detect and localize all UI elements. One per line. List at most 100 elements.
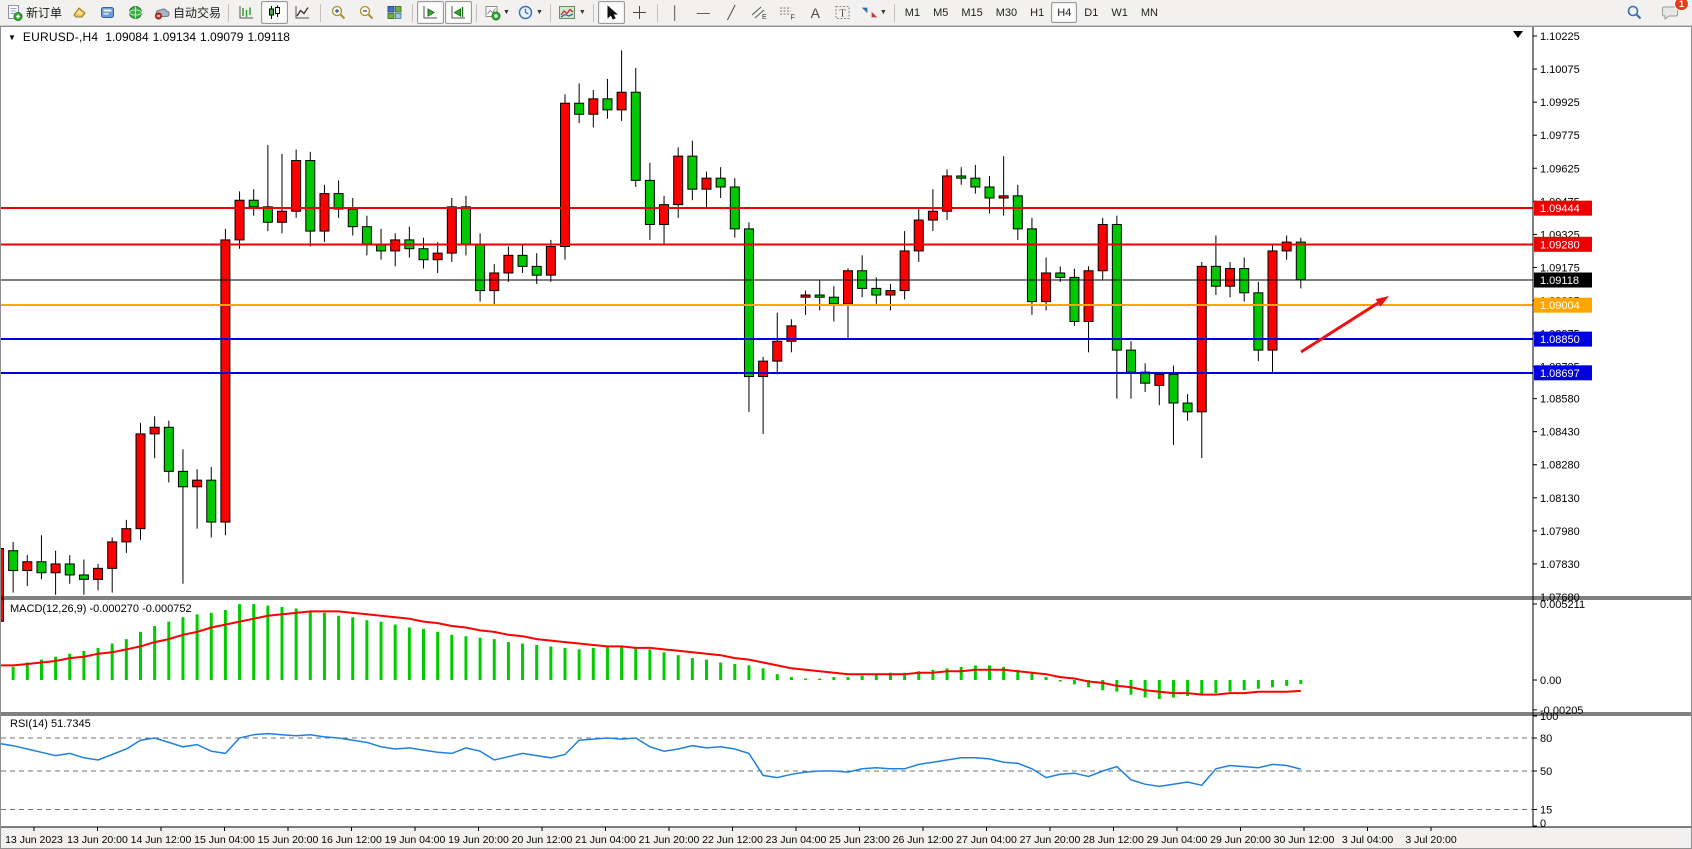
- candlestick-chart-button[interactable]: [261, 1, 288, 24]
- candle: [943, 176, 952, 211]
- search-button[interactable]: [1621, 1, 1648, 24]
- fibonacci-tool-button[interactable]: F: [774, 1, 801, 24]
- tab-timeframe-h4[interactable]: H4: [1051, 2, 1077, 23]
- svg-text:E: E: [762, 14, 767, 21]
- auto-scroll-button[interactable]: [417, 1, 444, 24]
- text-label-tool-button[interactable]: T: [830, 1, 857, 24]
- candle: [221, 240, 230, 522]
- quote-low: 1.09079: [200, 30, 243, 44]
- svg-text:23 Jun 04:00: 23 Jun 04:00: [766, 834, 827, 846]
- tab-timeframe-m30[interactable]: M30: [990, 2, 1023, 23]
- tile-windows-icon: [386, 4, 403, 21]
- candle: [391, 240, 400, 251]
- candle: [688, 156, 697, 189]
- candle: [645, 180, 654, 224]
- svg-text:3 Jul 04:00: 3 Jul 04:00: [1342, 834, 1394, 846]
- autotrading-label: 自动交易: [173, 4, 221, 21]
- candle: [702, 178, 711, 189]
- chart-symbol-period: EURUSD-,H4: [23, 30, 98, 44]
- vertical-line-tool-button[interactable]: │: [662, 1, 689, 24]
- navigator-icon: [127, 4, 144, 21]
- rsi-indicator-label: RSI(14) 51.7345: [10, 718, 91, 730]
- candle: [561, 103, 570, 246]
- candle: [1027, 229, 1036, 302]
- candle: [589, 99, 598, 114]
- tab-timeframe-m15[interactable]: M15: [955, 2, 988, 23]
- svg-text:15 Jun 20:00: 15 Jun 20:00: [258, 834, 319, 846]
- tab-timeframe-m5[interactable]: M5: [927, 2, 954, 23]
- candle: [1042, 273, 1051, 302]
- horizontal-line-icon: —: [697, 6, 710, 19]
- data-window-button[interactable]: [94, 1, 121, 24]
- candle: [985, 187, 994, 198]
- candle: [433, 253, 442, 260]
- candle: [108, 542, 117, 568]
- tile-windows-button[interactable]: [381, 1, 408, 24]
- candle: [447, 207, 456, 253]
- arrows-tool-button[interactable]: ▼: [858, 1, 890, 24]
- new-order-button[interactable]: 新订单: [3, 1, 65, 24]
- candle: [957, 176, 966, 178]
- tab-timeframe-w1[interactable]: W1: [1105, 2, 1134, 23]
- toolbar-separator: [550, 4, 551, 22]
- candle: [1084, 271, 1093, 322]
- crosshair-tool-button[interactable]: [626, 1, 653, 24]
- svg-text:26 Jun 12:00: 26 Jun 12:00: [893, 834, 954, 846]
- candle: [164, 427, 173, 471]
- candle: [51, 564, 60, 573]
- tab-timeframe-h1[interactable]: H1: [1024, 2, 1050, 23]
- chart-window: 1.102251.100751.099251.097751.096251.094…: [0, 26, 1692, 849]
- horizontal-line-tool-button[interactable]: —: [690, 1, 717, 24]
- svg-text:1.07830: 1.07830: [1540, 559, 1580, 571]
- candle: [1127, 350, 1136, 372]
- tab-timeframe-m1[interactable]: M1: [899, 2, 926, 23]
- candle: [37, 562, 46, 573]
- crosshair-icon: [631, 4, 648, 21]
- chart-shift-button[interactable]: [445, 1, 472, 24]
- candle: [193, 480, 202, 487]
- tab-timeframe-mn[interactable]: MN: [1135, 2, 1164, 23]
- quote-open: 1.09084: [105, 30, 148, 44]
- new-order-icon: [6, 4, 23, 21]
- candle: [674, 156, 683, 204]
- chevron-down-icon: ▼: [579, 9, 586, 16]
- notification-badge[interactable]: 1: [1674, 0, 1689, 11]
- candle: [900, 251, 909, 291]
- candle: [1226, 269, 1235, 287]
- svg-text:1.09775: 1.09775: [1540, 130, 1580, 142]
- navigator-button[interactable]: [122, 1, 149, 24]
- periods-button[interactable]: ▼: [514, 1, 546, 24]
- cursor-tool-button[interactable]: [598, 1, 625, 24]
- trendline-tool-button[interactable]: ╱: [718, 1, 745, 24]
- notifications-button[interactable]: 1: [1656, 1, 1683, 24]
- indicators-button[interactable]: ▼: [481, 1, 513, 24]
- templates-button[interactable]: ▼: [555, 1, 589, 24]
- line-chart-button[interactable]: [289, 1, 316, 24]
- zoom-out-button[interactable]: [353, 1, 380, 24]
- autotrading-button[interactable]: 自动交易: [150, 1, 224, 24]
- candle: [815, 295, 824, 297]
- text-tool-button[interactable]: A: [802, 1, 829, 24]
- candle: [292, 161, 301, 212]
- candle: [971, 178, 980, 187]
- chart-canvas[interactable]: 1.102251.100751.099251.097751.096251.094…: [1, 27, 1691, 848]
- collapse-triangle-icon[interactable]: ▼: [8, 33, 16, 42]
- svg-text:0: 0: [1540, 818, 1546, 830]
- candle: [928, 211, 937, 220]
- bar-chart-button[interactable]: [233, 1, 260, 24]
- chart-title: ▼ EURUSD-,H4 1.09084 1.09134 1.09079 1.0…: [8, 30, 290, 44]
- candle: [1098, 224, 1107, 270]
- candle: [476, 244, 485, 290]
- svg-text:1.09280: 1.09280: [1540, 239, 1580, 251]
- macd-indicator-label: MACD(12,26,9) -0.000270 -0.000752: [10, 603, 192, 615]
- market-watch-button[interactable]: [66, 1, 93, 24]
- candle: [716, 178, 725, 187]
- candle: [1211, 266, 1220, 286]
- candle: [575, 103, 584, 114]
- tab-timeframe-d1[interactable]: D1: [1078, 2, 1104, 23]
- channel-tool-button[interactable]: E: [746, 1, 773, 24]
- zoom-in-button[interactable]: [325, 1, 352, 24]
- candle: [65, 564, 74, 575]
- svg-text:29 Jun 20:00: 29 Jun 20:00: [1210, 834, 1271, 846]
- candle: [504, 255, 513, 273]
